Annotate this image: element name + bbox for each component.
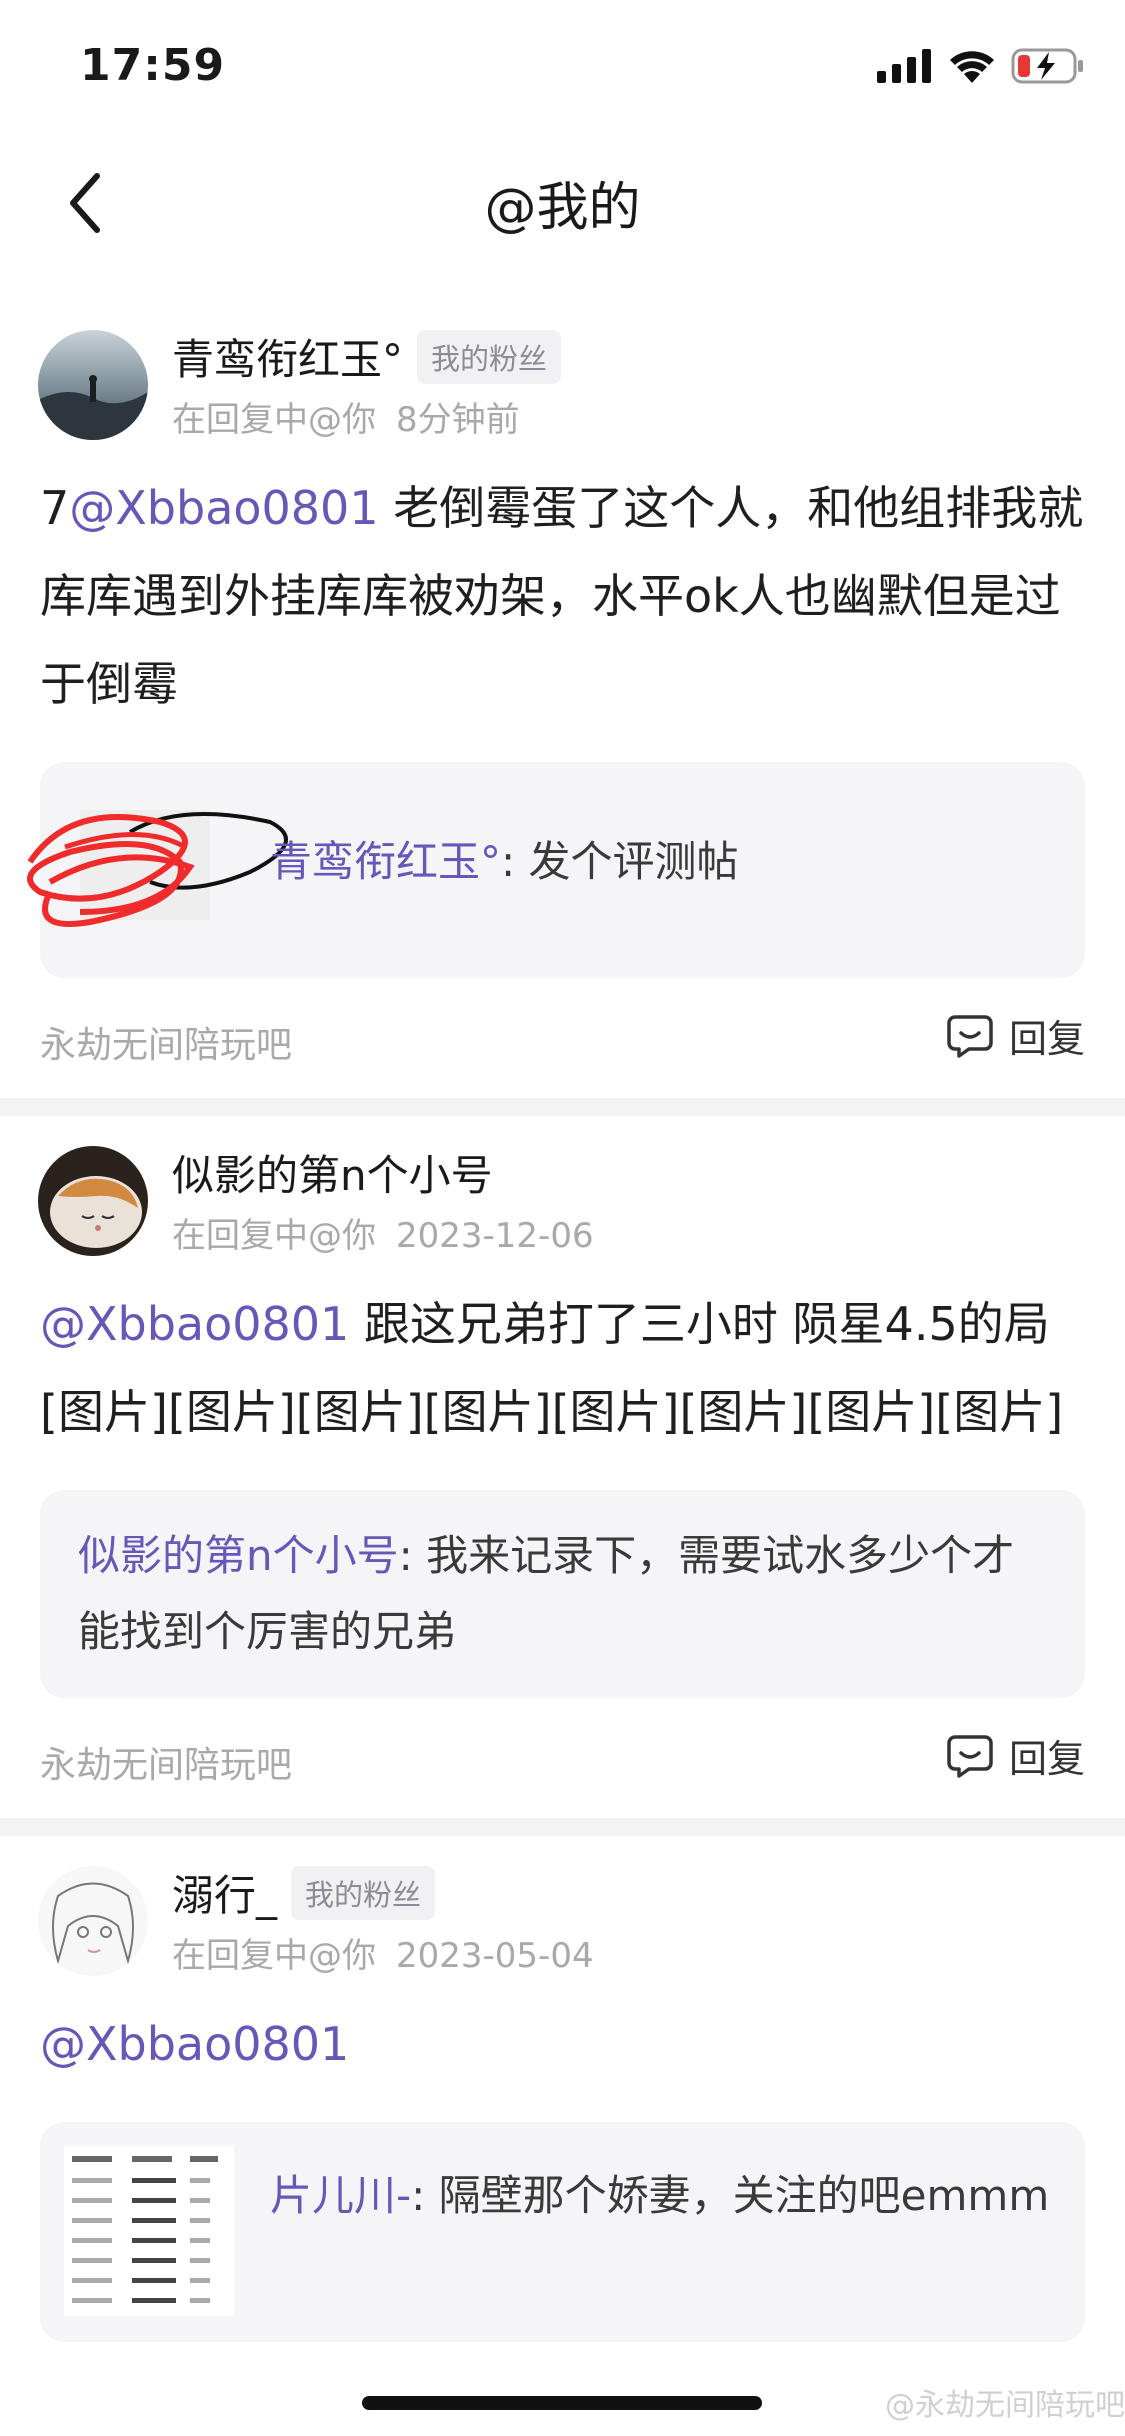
wifi-icon	[950, 51, 994, 83]
fan-badge: 我的粉丝	[417, 329, 562, 384]
mention-card[interactable]: 溺行_ 我的粉丝 在回复中@你 2023-05-04 @Xbbao0801 片儿…	[0, 1836, 1125, 2342]
quoted-text: : 发个评测帖	[501, 837, 739, 886]
watermark: @永劫无间陪玩吧	[885, 2388, 1125, 2423]
post-meta: 在回复中@你 2023-12-06	[172, 1208, 594, 1257]
comment-icon	[947, 1014, 993, 1058]
reply-button[interactable]: 回复	[947, 1008, 1085, 1063]
meta-context: 在回复中@你	[172, 1216, 376, 1256]
username[interactable]: 青鸾衔红玉°	[172, 326, 403, 387]
avatar[interactable]	[38, 1866, 148, 1976]
quoted-post[interactable]: 片儿川-: 隔壁那个娇妻，关注的吧emmm	[40, 2122, 1085, 2342]
quoted-post[interactable]: 似影的第n个小号: 我来记录下，需要试水多少个才能找到个厉害的兄弟	[40, 1490, 1085, 1698]
reply-label: 回复	[1008, 1737, 1085, 1781]
fan-badge: 我的粉丝	[291, 1865, 436, 1920]
divider	[0, 1818, 1125, 1836]
nav-bar: @我的	[0, 135, 1125, 265]
reply-label: 回复	[1008, 1017, 1085, 1061]
mentions-feed: 青鸾衔红玉° 我的粉丝 在回复中@你 8分钟前 7@Xbbao0801 老倒霉蛋了…	[0, 300, 1125, 2342]
body-lead: 7	[40, 481, 70, 535]
mention-link[interactable]: @Xbbao0801	[40, 1297, 349, 1351]
signal-icon	[877, 49, 931, 83]
username[interactable]: 溺行_	[172, 1862, 277, 1923]
quoted-author[interactable]: 似影的第n个小号	[78, 1531, 399, 1580]
quoted-text: : 隔壁那个娇妻，关注的吧emmm	[411, 2171, 1050, 2220]
quoted-author[interactable]: 青鸾衔红玉°	[270, 837, 501, 886]
quoted-post[interactable]: 青鸾衔红玉°: 发个评测帖	[27, 762, 1085, 978]
username[interactable]: 似影的第n个小号	[172, 1142, 493, 1203]
post-time: 2023-12-06	[396, 1216, 594, 1256]
comment-icon	[947, 1734, 993, 1778]
status-bar: 17:59	[0, 0, 1125, 135]
page-title: @我的	[484, 178, 641, 238]
post-body: @Xbbao0801 跟这兄弟打了三小时 陨星4.5的局[图片][图片][图片]…	[0, 1236, 1125, 1456]
post-time: 2023-05-04	[396, 1936, 594, 1976]
meta-context: 在回复中@你	[172, 1936, 376, 1976]
mention-link[interactable]: @Xbbao0801	[69, 481, 378, 535]
battery-charging-icon	[1011, 48, 1083, 84]
avatar[interactable]	[38, 1146, 148, 1256]
quoted-author[interactable]: 片儿川-	[270, 2171, 411, 2220]
forum-name[interactable]: 永劫无间陪玩吧	[40, 1016, 292, 1068]
status-icons	[877, 48, 1085, 84]
post-meta: 在回复中@你 8分钟前	[172, 392, 520, 441]
avatar[interactable]	[38, 330, 148, 440]
divider	[0, 1098, 1125, 1116]
post-time: 8分钟前	[396, 400, 520, 440]
home-indicator[interactable]	[362, 2396, 762, 2410]
table-thumbnail	[64, 2146, 234, 2316]
mention-card[interactable]: 似影的第n个小号 在回复中@你 2023-12-06 @Xbbao0801 跟这兄…	[0, 1116, 1125, 1818]
status-time: 17:59	[80, 40, 226, 91]
forum-name[interactable]: 永劫无间陪玩吧	[40, 1736, 292, 1788]
mention-link[interactable]: @Xbbao0801	[40, 2017, 349, 2071]
reply-button[interactable]: 回复	[947, 1728, 1085, 1783]
meta-context: 在回复中@你	[172, 400, 376, 440]
post-meta: 在回复中@你 2023-05-04	[172, 1928, 594, 1977]
post-body: 7@Xbbao0801 老倒霉蛋了这个人，和他组排我就库库遇到外挂库库被劝架，水…	[0, 420, 1125, 728]
mention-card[interactable]: 青鸾衔红玉° 我的粉丝 在回复中@你 8分钟前 7@Xbbao0801 老倒霉蛋了…	[0, 300, 1125, 1098]
